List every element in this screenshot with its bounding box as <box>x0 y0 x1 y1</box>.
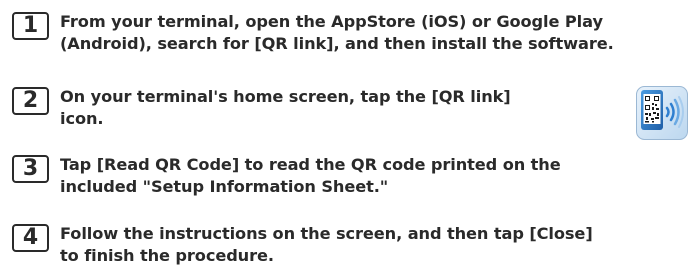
step-text-line: (Android), search for [QR link], and the… <box>60 34 614 53</box>
step-text-line: icon. <box>60 109 104 128</box>
step-number-badge: 2 <box>12 87 49 115</box>
step-text-line: Tap [Read QR Code] to read the QR code p… <box>60 155 561 174</box>
step-text: On your terminal's home screen, tap the … <box>60 86 511 130</box>
step-text-line: included "Setup Information Sheet." <box>60 177 389 196</box>
step-text-line: Follow the instructions on the screen, a… <box>60 224 593 243</box>
step-text: Follow the instructions on the screen, a… <box>60 223 593 267</box>
qr-link-app-icon <box>636 86 688 140</box>
step-text-line: On your terminal's home screen, tap the … <box>60 87 511 106</box>
step-text-line: to finish the procedure. <box>60 246 274 265</box>
step-text-line: From your terminal, open the AppStore (i… <box>60 12 603 31</box>
step-number-badge: 3 <box>12 155 49 183</box>
step-number-badge: 1 <box>12 12 49 40</box>
step-text: Tap [Read QR Code] to read the QR code p… <box>60 154 561 198</box>
step-text: From your terminal, open the AppStore (i… <box>60 11 614 55</box>
step-number-badge: 4 <box>12 224 49 252</box>
